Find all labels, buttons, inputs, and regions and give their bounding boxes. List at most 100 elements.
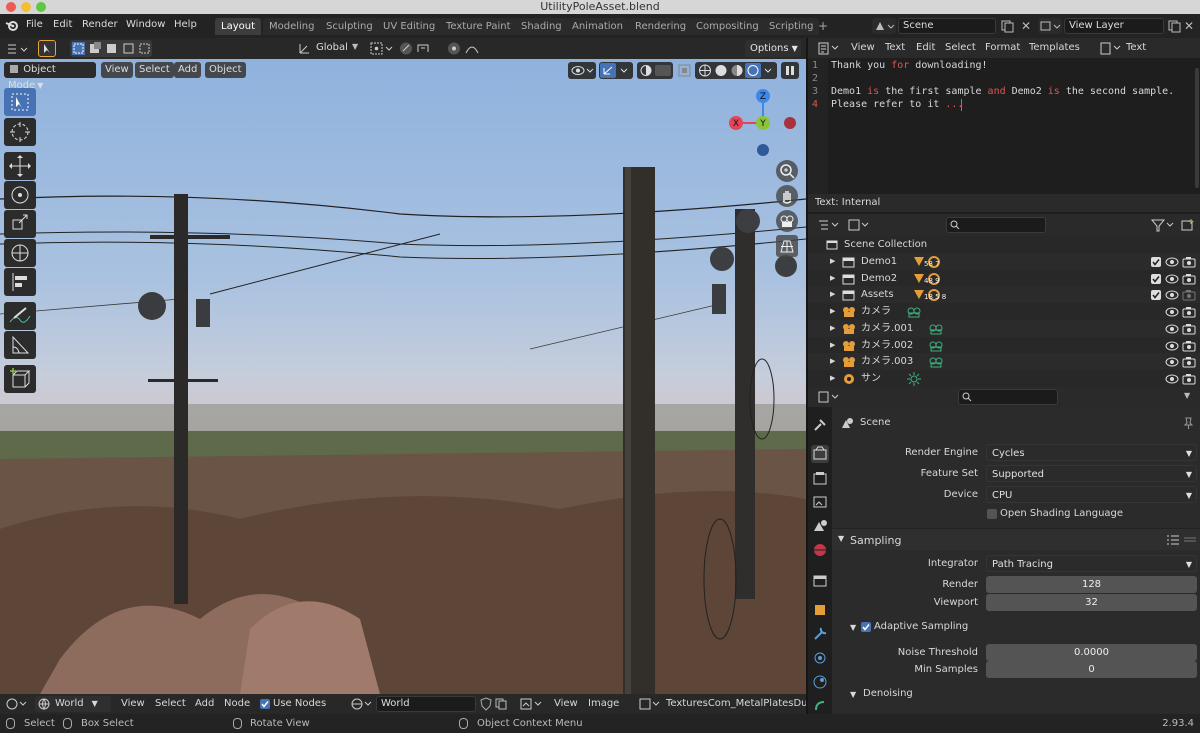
gizmo-toggle-icon[interactable]: [599, 62, 633, 79]
text-datablock-name[interactable]: Text: [1126, 42, 1146, 53]
text-line[interactable]: 3 Demo1 is the first sample and Demo2 is …: [808, 86, 1188, 99]
eye-visibility-icon[interactable]: [1165, 355, 1179, 369]
adaptive-sampling-checkbox[interactable]: [861, 622, 871, 632]
pan-view-icon[interactable]: [776, 185, 798, 207]
outliner-row[interactable]: ▶ Demo1 58 7: [808, 253, 1200, 270]
device-dropdown[interactable]: CPU ▼: [986, 486, 1197, 503]
tab-layout[interactable]: Layout: [215, 18, 261, 35]
expand-arrow-icon[interactable]: ▶: [830, 303, 835, 320]
properties-type-icon[interactable]: [816, 389, 842, 405]
tool-properties-tab-icon[interactable]: [811, 416, 829, 434]
selection-mode-buttons[interactable]: [70, 40, 152, 57]
image-browse-icon[interactable]: [638, 696, 662, 712]
tool-rotate[interactable]: [4, 181, 36, 209]
noise-threshold-field[interactable]: 0.0000: [986, 644, 1197, 661]
text-line[interactable]: 4 Please refer to it ...: [808, 99, 1188, 112]
constraint-properties-tab-icon[interactable]: [811, 697, 829, 715]
tool-move[interactable]: [4, 152, 36, 180]
image-menu-view[interactable]: View: [554, 698, 578, 709]
eye-visibility-icon[interactable]: [1165, 255, 1179, 269]
scene-browse-icon[interactable]: [872, 18, 896, 34]
scene-collection-row[interactable]: Scene Collection: [808, 236, 1200, 253]
render-samples-field[interactable]: 128: [986, 576, 1197, 593]
menu-render[interactable]: Render: [82, 19, 118, 30]
viewport-samples-field[interactable]: 32: [986, 594, 1197, 611]
world-browse-icon[interactable]: [350, 696, 374, 712]
outliner-row[interactable]: ▶ サン: [808, 369, 1200, 387]
add-workspace-icon[interactable]: +: [818, 20, 828, 32]
node-menu-select[interactable]: Select: [155, 698, 186, 709]
eye-visibility-icon[interactable]: [1165, 288, 1179, 302]
tool-align[interactable]: [4, 268, 36, 296]
text-menu-text[interactable]: Text: [885, 42, 905, 53]
proportional-editing-icon[interactable]: [446, 40, 486, 57]
view-layer-browse-icon[interactable]: [1038, 18, 1062, 34]
view-layer-delete-icon[interactable]: ✕: [1184, 18, 1198, 34]
particle-properties-tab-icon[interactable]: [811, 649, 829, 667]
pause-render-icon[interactable]: [781, 62, 799, 79]
tab-modeling[interactable]: Modeling: [263, 18, 321, 35]
blender-logo-icon[interactable]: [5, 19, 19, 33]
navigation-gizmo[interactable]: Z X Y: [724, 87, 804, 159]
text-menu-edit[interactable]: Edit: [916, 42, 935, 53]
denoising-title[interactable]: Denoising: [863, 688, 913, 699]
eye-visibility-icon[interactable]: [1165, 372, 1179, 386]
tool-measure[interactable]: [4, 331, 36, 359]
camera-data-icon[interactable]: [906, 304, 946, 320]
properties-search-input[interactable]: [958, 389, 1058, 405]
fake-user-shield-icon[interactable]: [478, 696, 494, 712]
expand-arrow-icon[interactable]: ▶: [830, 270, 835, 287]
shader-type-dropdown[interactable]: World ▼: [35, 696, 111, 712]
image-editor-type-icon[interactable]: [518, 696, 544, 712]
view-layer-properties-tab-icon[interactable]: [811, 493, 829, 511]
drag-handle-icon[interactable]: [1184, 537, 1196, 543]
tab-rendering[interactable]: Rendering: [629, 18, 693, 35]
render-visibility-camera-icon[interactable]: [1182, 288, 1196, 302]
menu-file[interactable]: File: [26, 19, 43, 30]
menu-edit[interactable]: Edit: [53, 19, 72, 30]
viewport-menu-view[interactable]: View: [101, 62, 133, 78]
text-menu-view[interactable]: View: [851, 42, 875, 53]
outliner-type-icon[interactable]: [816, 217, 842, 233]
render-visibility-camera-icon[interactable]: [1182, 255, 1196, 269]
render-visibility-camera-icon[interactable]: [1182, 372, 1196, 386]
tool-transform[interactable]: [4, 239, 36, 267]
tab-compositing[interactable]: Compositing: [690, 18, 765, 35]
text-menu-format[interactable]: Format: [985, 42, 1020, 53]
menu-window[interactable]: Window: [126, 19, 165, 30]
camera-data-icon[interactable]: [928, 354, 968, 370]
node-menu-view[interactable]: View: [121, 698, 145, 709]
eye-visibility-icon[interactable]: [1165, 305, 1179, 319]
pivot-point-icon[interactable]: [368, 40, 394, 57]
viewport-menu-select[interactable]: Select: [135, 62, 174, 78]
tool-add-cube[interactable]: [4, 365, 36, 393]
outliner-row[interactable]: ▶ カメラ: [808, 303, 1200, 321]
scene-copy-icon[interactable]: [999, 18, 1015, 34]
sampling-panel-header[interactable]: ▼ Sampling: [832, 528, 1200, 550]
minimize-window-button[interactable]: [21, 2, 31, 12]
camera-data-icon[interactable]: [928, 321, 968, 337]
world-properties-tab-icon[interactable]: [811, 541, 829, 559]
shading-mode-buttons[interactable]: [695, 62, 777, 79]
scene-delete-icon[interactable]: ✕: [1018, 18, 1034, 34]
node-editor-type-icon[interactable]: [4, 696, 30, 712]
filter-icon[interactable]: [1150, 217, 1176, 233]
exclude-checkbox[interactable]: [1151, 290, 1161, 301]
text-menu-select[interactable]: Select: [945, 42, 976, 53]
text-editor-body[interactable]: 1 Thank you for downloading! 2 3 Demo1 is th…: [808, 58, 1200, 194]
tab-scripting[interactable]: Scripting: [763, 18, 820, 35]
viewport-menu-add[interactable]: Add: [174, 62, 202, 78]
outliner-search-input[interactable]: [946, 217, 1046, 233]
world-name-field[interactable]: World: [376, 696, 476, 712]
feature-set-dropdown[interactable]: Supported ▼: [986, 465, 1197, 482]
expand-arrow-icon[interactable]: ▶: [830, 337, 835, 354]
node-menu-add[interactable]: Add: [195, 698, 214, 709]
physics-properties-tab-icon[interactable]: [811, 673, 829, 691]
text-scrollbar[interactable]: [1195, 68, 1199, 188]
view-layer-field[interactable]: View Layer: [1064, 18, 1164, 34]
text-editor-type-icon[interactable]: [816, 40, 842, 56]
render-visibility-camera-icon[interactable]: [1182, 322, 1196, 336]
text-menu-templates[interactable]: Templates: [1029, 42, 1080, 53]
xray-toggle-icon[interactable]: [677, 62, 693, 79]
scene-properties-tab-icon[interactable]: [811, 517, 829, 535]
